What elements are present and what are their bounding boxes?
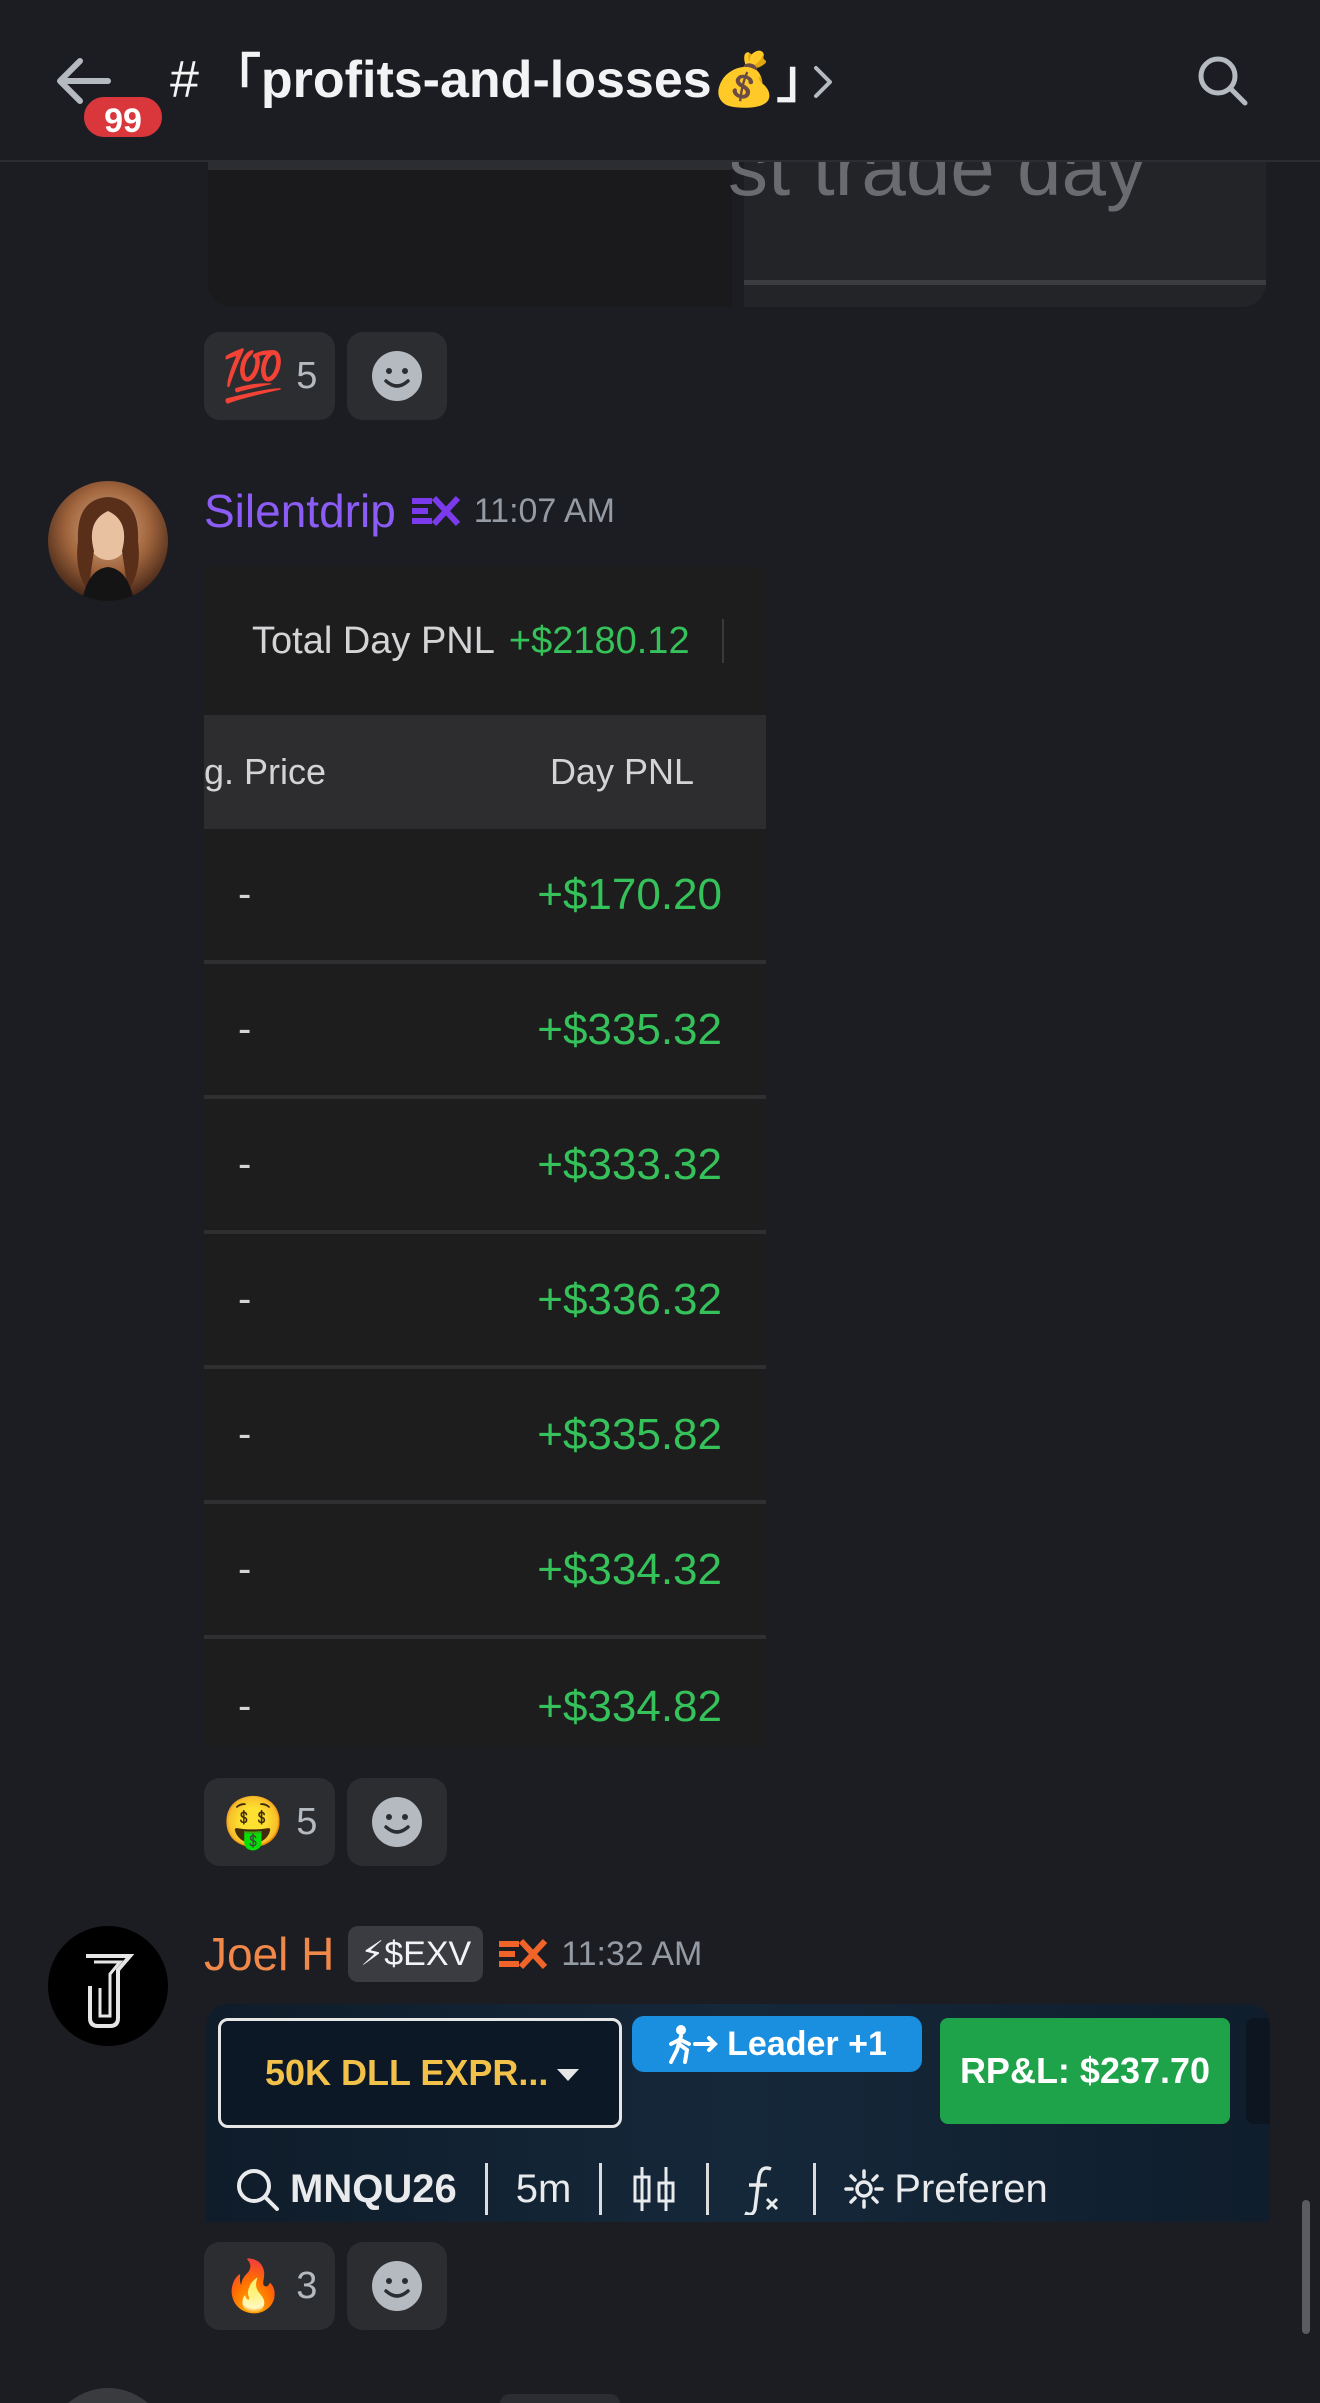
search-icon xyxy=(237,2169,279,2211)
monogram-logo-icon xyxy=(86,1954,135,2028)
message-header: Silentdrip 11:07 AM xyxy=(204,484,615,538)
money-mouth-emoji: 🤑 xyxy=(222,1794,285,1850)
account-select[interactable]: 50K DLL EXPR... xyxy=(218,2018,622,2128)
channel-hash-icon: # xyxy=(170,51,199,109)
preferences-button[interactable]: Preferen xyxy=(816,2159,1075,2219)
divider xyxy=(721,619,724,663)
ex-role-icon xyxy=(411,495,460,527)
pnl-cell: +$170.20 xyxy=(537,869,722,919)
pnl-cell: +$334.82 xyxy=(537,1681,722,1731)
table-header: g. Price Day PNL xyxy=(204,715,766,829)
reaction-count: 5 xyxy=(296,1800,318,1843)
add-reaction-button[interactable] xyxy=(347,2242,448,2330)
table-row: - +$335.32 xyxy=(204,964,766,1099)
price-cell: - xyxy=(238,1277,252,1321)
caret-down-icon xyxy=(557,2069,579,2081)
fire-emoji: 🔥 xyxy=(222,2258,285,2314)
reaction-money-mouth[interactable]: 🤑 5 xyxy=(204,1778,336,1866)
smiley-icon xyxy=(372,1797,423,1847)
avatar[interactable] xyxy=(48,481,168,601)
preferences-label: Preferen xyxy=(894,2166,1048,2211)
function-icon xyxy=(744,2166,779,2215)
avatar-portrait-icon xyxy=(77,497,139,601)
pnl-cell: +$333.32 xyxy=(537,1139,722,1189)
total-value: +$2180.12 xyxy=(508,619,690,662)
table-row: - +$333.32 xyxy=(204,1099,766,1234)
add-reaction-button[interactable] xyxy=(347,1778,448,1866)
price-cell: - xyxy=(238,872,252,916)
interval-label: 5m xyxy=(515,2166,572,2211)
rpl-button[interactable]: RP&L: $237.70 xyxy=(940,2018,1230,2124)
indicators-button[interactable] xyxy=(709,2159,813,2219)
server-tag-badge xyxy=(500,2394,620,2403)
table-row: - +$336.32 xyxy=(204,1234,766,1369)
price-cell: - xyxy=(238,1547,252,1591)
username[interactable]: Silentdrip xyxy=(204,484,396,538)
search-icon[interactable] xyxy=(1194,52,1250,108)
reaction-count: 5 xyxy=(296,354,318,397)
username[interactable]: Joel H xyxy=(204,1927,334,1981)
reaction-bar: 🤑 5 xyxy=(204,1778,448,1866)
leader-label: Leader +1 xyxy=(727,2024,887,2063)
table-body: - +$170.20 - +$335.32 - +$333.32 - +$336.32 … xyxy=(204,829,766,1747)
table-row: - +$170.20 xyxy=(204,829,766,964)
pnl-cell: +$334.32 xyxy=(537,1544,722,1594)
candlestick-icon xyxy=(633,2167,675,2211)
attachment-text: st trade day xyxy=(728,162,1147,212)
pnl-cell: +$335.32 xyxy=(537,1004,722,1054)
add-reaction-button[interactable] xyxy=(347,332,448,420)
channel-header: 99 # 「profits-and-losses💰」 xyxy=(0,0,1320,162)
reaction-bar: 🔥 3 xyxy=(204,2242,448,2330)
symbol-search[interactable]: MNQU26 xyxy=(206,2159,485,2219)
smiley-icon xyxy=(372,2261,423,2311)
price-cell: - xyxy=(238,1142,252,1186)
account-select-value: 50K DLL EXPR... xyxy=(265,2052,549,2093)
reaction-fire[interactable]: 🔥 3 xyxy=(204,2242,336,2330)
table-row: - +$334.82 xyxy=(204,1639,766,1747)
gear-icon xyxy=(844,2169,885,2209)
server-tag-badge[interactable]: ⚡$EXV xyxy=(348,1926,484,1982)
unread-badge: 99 xyxy=(80,93,166,141)
avatar[interactable] xyxy=(48,2388,168,2403)
scrollbar-thumb[interactable] xyxy=(1302,2200,1310,2334)
pnl-cell: +$336.32 xyxy=(537,1274,722,1324)
price-cell: - xyxy=(238,1412,252,1456)
channel-name: 「profits-and-losses💰」 xyxy=(208,51,829,109)
table-row: - +$335.82 xyxy=(204,1369,766,1504)
chart-type-button[interactable] xyxy=(602,2159,706,2219)
column-header: Day PNL xyxy=(549,751,694,792)
hundred-emoji: 💯 xyxy=(222,348,285,404)
total-day-pnl: Total Day PNL +$2180.12 xyxy=(204,567,766,715)
channel-title[interactable]: # 「profits-and-losses💰」 xyxy=(170,42,828,118)
smiley-icon xyxy=(372,351,423,401)
chart-toolbar: MNQU26 5m Preferen xyxy=(206,2156,1270,2222)
price-cell: - xyxy=(238,1684,252,1728)
reaction-bar: 💯 5 xyxy=(204,332,448,420)
reaction-count: 3 xyxy=(296,2264,318,2307)
leader-button[interactable]: Leader +1 xyxy=(632,2016,922,2072)
column-header: g. Price xyxy=(204,751,327,792)
trading-screenshot-embed[interactable]: 50K DLL EXPR... Leader +1 RP&L: $237.70 … xyxy=(206,2004,1270,2222)
avatar[interactable] xyxy=(48,1926,168,2046)
timestamp: 11:32 AM xyxy=(561,1934,703,1973)
table-row: - +$334.32 xyxy=(204,1504,766,1639)
previous-attachment-image[interactable]: st trade day xyxy=(208,162,1266,307)
reaction-hundred[interactable]: 💯 5 xyxy=(204,332,336,420)
ex-role-icon xyxy=(499,1938,548,1970)
price-cell: - xyxy=(238,1007,252,1051)
total-label: Total Day PNL xyxy=(252,619,495,662)
walking-person-arrow-icon xyxy=(669,2025,718,2064)
cropped-panel xyxy=(1246,2018,1270,2124)
chevron-right-icon[interactable] xyxy=(808,62,838,102)
interval-select[interactable]: 5m xyxy=(488,2159,600,2219)
message-header: Joel H ⚡$EXV 11:32 AM xyxy=(204,1926,702,1982)
symbol-label: MNQU26 xyxy=(290,2166,457,2211)
pnl-cell: +$335.82 xyxy=(537,1409,722,1459)
timestamp: 11:07 AM xyxy=(473,491,615,530)
attachment-left-panel xyxy=(208,162,732,307)
pnl-embed-image[interactable]: Total Day PNL +$2180.12 g. Price Day PNL… xyxy=(204,567,766,1747)
